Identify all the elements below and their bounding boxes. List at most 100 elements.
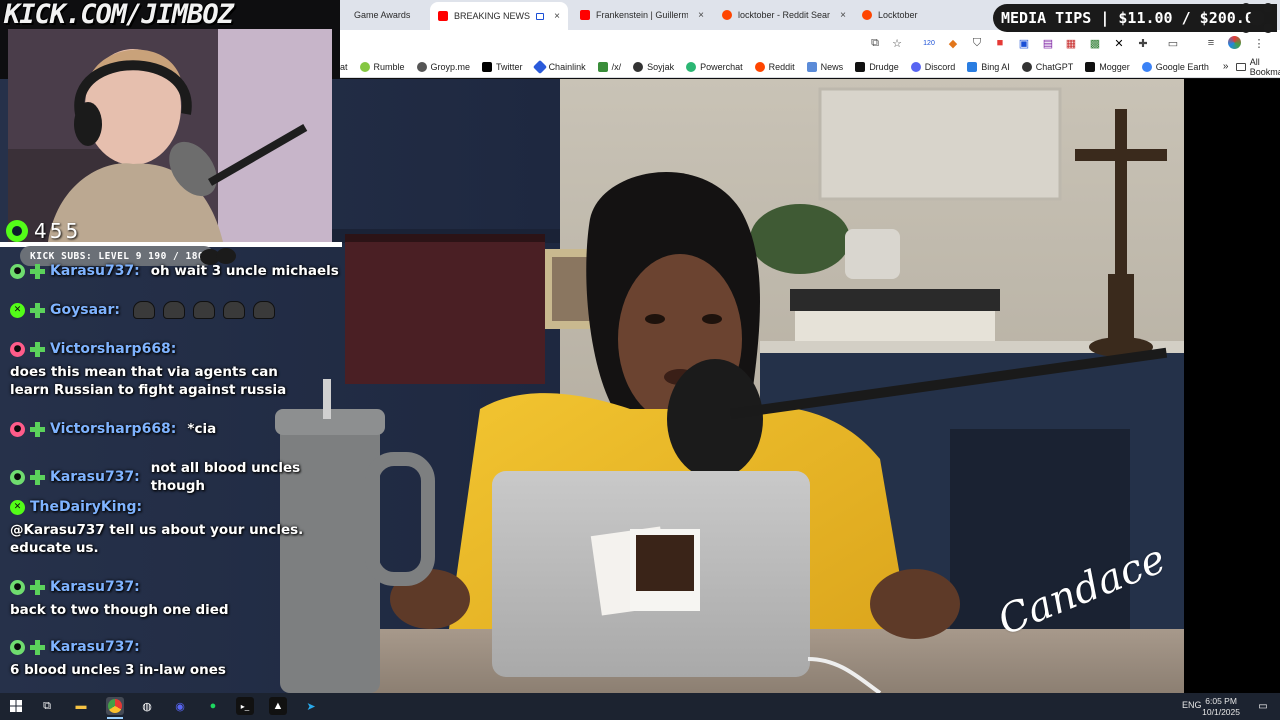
bookmark-bing-ai[interactable]: Bing AI [961,57,1016,77]
close-tab-icon[interactable]: × [840,10,846,21]
tab-locktober[interactable]: Locktober [854,4,974,26]
chainlink-icon [532,59,547,74]
emote-icon [252,301,275,319]
bookmark-drudge[interactable]: Drudge [849,57,905,77]
chat-username[interactable]: Goysaar: [50,301,120,319]
bookmark-powerchat[interactable]: Powerchat [680,57,749,77]
emote-icon [132,301,155,319]
emote-icon [192,301,215,319]
tab-game-awards[interactable]: Game Awards [346,4,426,26]
kick-badge-icon: ✕ [10,499,25,515]
chat-text: @Karasu737 tell us about your uncles. ed… [10,522,304,556]
bookmark-x-board[interactable]: /x/ [592,57,628,77]
chat-message: ● Victorsharp668: *cia [10,420,340,438]
extension-red2-icon[interactable]: ▦ [1064,36,1078,50]
split-view-icon[interactable]: ▭ [1166,36,1180,50]
more-bookmarks-chevron-icon[interactable]: » [1215,61,1237,72]
viewer-count: 455 [6,219,81,243]
earth-icon [1141,61,1152,72]
shield-icon[interactable]: ⛉ [970,36,984,50]
all-bookmarks-label: All Bookmarks [1249,56,1280,77]
steam-icon[interactable]: ◍ [138,697,156,715]
tab-breaking-news[interactable]: BREAKING NEWS: A W × [430,2,568,30]
channel-url-banner: KICK.COM/JIMBOZ [4,0,234,30]
x-extension-icon[interactable]: ✕ [1112,36,1126,50]
bookmark-chatgpt[interactable]: ChatGPT [1016,57,1080,77]
bookmark-at[interactable]: at [340,57,354,77]
bookmark-label: Discord [924,61,956,72]
extension-purple-icon[interactable]: ▤ [1041,36,1055,50]
all-bookmarks-button[interactable]: All Bookmarks [1236,57,1280,77]
bookmark-twitter[interactable]: Twitter [476,57,529,77]
bookmark-mogger[interactable]: Mogger [1079,57,1136,77]
metamask-icon[interactable]: ◆ [946,36,960,50]
powerchat-icon [686,61,697,72]
menu-kebab-icon[interactable]: ⋮ [1252,36,1266,50]
task-view-icon[interactable]: ⧉ [38,697,56,715]
extensions-puzzle-icon[interactable]: ✚ [1136,36,1150,50]
bookmark-google-earth[interactable]: Google Earth [1136,57,1215,77]
gem-badge-icon [30,579,45,595]
bookmark-label: News [820,61,844,72]
bookmark-reddit[interactable]: Reddit [749,57,801,77]
language-indicator[interactable]: ENG [1182,700,1202,710]
viewer-count-value: 455 [34,219,82,243]
close-tab-icon[interactable]: × [698,10,704,21]
bookmark-star-icon[interactable]: ☆ [890,36,904,50]
tab-frankenstein[interactable]: Frankenstein | Guillermo d × [572,4,712,26]
chat-username[interactable]: Victorsharp668: [50,340,176,358]
chrome-taskbar-icon[interactable] [106,697,124,715]
chat-username[interactable]: Karasu737: [50,578,140,596]
spotify-icon[interactable]: ● [204,697,222,715]
extension-green-icon[interactable]: ▩ [1088,36,1102,50]
subscriber-badge-icon: ● [10,579,25,595]
install-app-icon[interactable]: ⧉ [868,36,882,50]
chat-username[interactable]: Victorsharp668: [50,420,176,438]
chat-username[interactable]: Karasu737: [50,638,140,656]
notifications-icon[interactable]: ▭ [1254,697,1272,715]
bookmark-soyjak[interactable]: Soyjak [627,57,680,77]
bookmark-news[interactable]: News [801,57,850,77]
mogger-icon [1085,61,1096,72]
bookmark-rumble[interactable]: Rumble [354,57,411,77]
app-dark-icon[interactable]: ▲ [269,697,287,715]
bookmark-discord[interactable]: Discord [905,57,962,77]
telegram-icon[interactable]: ➤ [302,697,320,715]
windows-taskbar: ⧉ ▬ ◍ ◉ ● ▸_ ▲ ➤ ENG 6:05 PM 10/1/2025 ▭ [0,693,1280,720]
tab-label: Locktober [878,10,918,20]
tab-label: locktober - Reddit Search! [738,10,831,20]
bookmark-chainlink[interactable]: Chainlink [529,57,592,77]
discord-taskbar-icon[interactable]: ◉ [171,697,189,715]
browser-toolbar: ⧉ ☆ 120 ◆ ⛉ ■ ▣ ▤ ▦ ▩ ✕ ✚ ▭ ≡ ⋮ [340,30,1280,56]
chat-message: ✕ Goysaar: [10,301,340,319]
chat-username[interactable]: Karasu737: [50,468,140,486]
screen: Candace Game Awards BREAKING NEWS: A W ×… [0,0,1280,720]
chat-text: 6 blood uncles 3 in-law ones [10,662,226,678]
gem-badge-icon [30,639,45,655]
bookmark-groypme[interactable]: Groyp.me [411,57,477,77]
profile-avatar-icon[interactable] [1228,36,1241,49]
media-tips-text: MEDIA TIPS | $11.00 / $200.00 [1001,9,1263,27]
subscriber-badge-icon: ● [10,469,25,485]
gem-badge-icon [30,263,45,279]
bookmarks-bar: at Rumble Groyp.me Twitter Chainlink /x/… [340,56,1280,78]
system-clock[interactable]: 6:05 PM 10/1/2025 [1202,696,1240,718]
tab-locktober-search[interactable]: locktober - Reddit Search! × [714,4,854,26]
windows-start-icon[interactable] [7,697,25,715]
chat-text: oh wait 3 uncle michaels [150,263,339,279]
chat-message: ● Karasu737: not all blood uncles though [10,459,340,495]
close-tab-icon[interactable]: × [554,11,560,22]
file-explorer-icon[interactable]: ▬ [72,697,90,715]
reading-list-icon[interactable]: ≡ [1204,36,1218,50]
chat-text: not all blood uncles though [150,460,301,494]
extension-blue-icon[interactable]: ▣ [1017,36,1031,50]
chat-username[interactable]: TheDairyKing: [30,498,142,516]
extension-counter[interactable]: 120 [922,36,936,50]
extension-red-icon[interactable]: ■ [993,36,1007,50]
emote-icon [222,301,245,319]
chat-username[interactable]: Karasu737: [50,262,140,280]
tab-label: Frankenstein | Guillermo d [596,10,689,20]
bookmark-label: ChatGPT [1035,61,1074,72]
terminal-icon[interactable]: ▸_ [236,697,254,715]
bookmark-label: Soyjak [647,61,675,72]
